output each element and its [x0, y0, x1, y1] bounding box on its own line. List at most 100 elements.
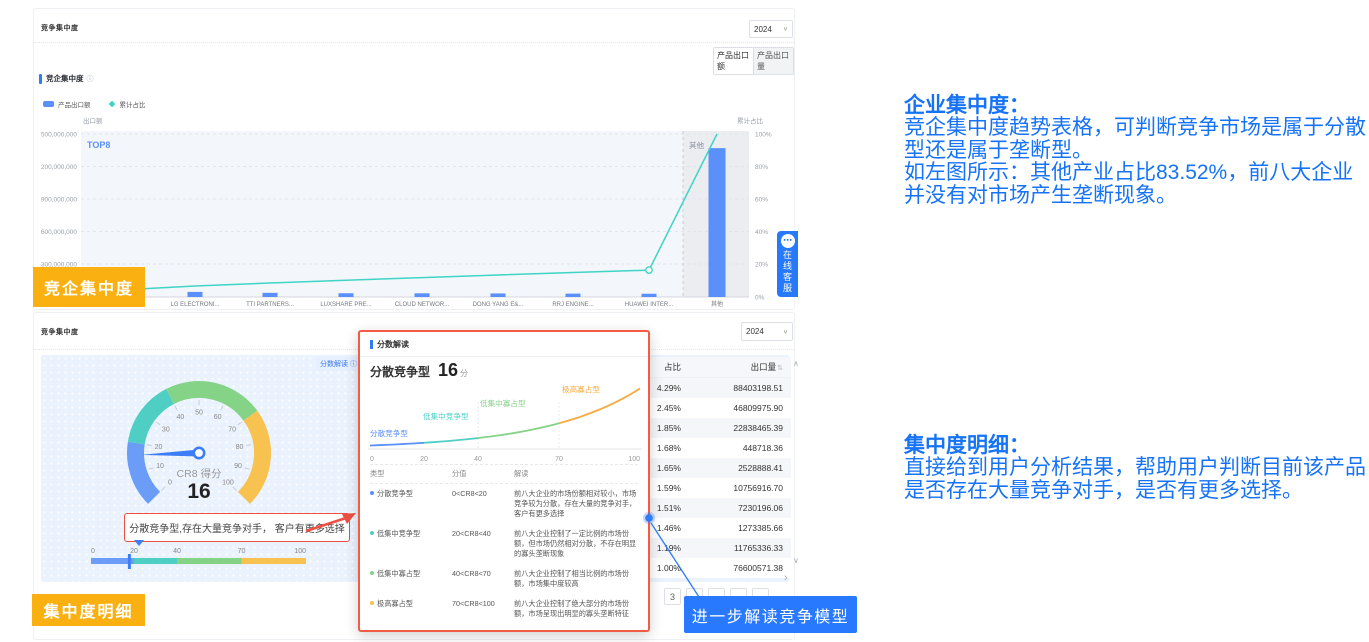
year-select-value: 2024 — [746, 327, 764, 336]
scroll-right-icon[interactable]: › — [784, 572, 788, 584]
svg-text:0: 0 — [168, 479, 172, 486]
scroll-down-icon[interactable]: ∨ — [793, 556, 799, 565]
svg-text:60: 60 — [214, 414, 222, 421]
svg-text:10: 10 — [156, 463, 164, 470]
svg-text:低集中寡占型: 低集中寡占型 — [480, 398, 526, 408]
svg-text:极高寡占型: 极高寡占型 — [562, 384, 600, 394]
svg-text:16: 16 — [187, 480, 210, 503]
svg-text:1,200,000,000: 1,200,000,000 — [41, 164, 77, 171]
toggle-export-volume[interactable]: 产品出口量 — [753, 48, 793, 74]
pagination-page-3[interactable]: 3 — [664, 588, 681, 605]
svg-text:40: 40 — [474, 456, 482, 463]
svg-text:100: 100 — [222, 479, 234, 486]
chart-legend: 产品出口额 累计占比 — [43, 99, 146, 109]
svg-text:0: 0 — [370, 456, 374, 463]
popup-result-unit: 分 — [460, 368, 468, 379]
year-select[interactable]: 2024 ∨ — [741, 322, 793, 341]
table-header: 类型 分值 解读 — [370, 464, 638, 484]
popup-accent-bar — [370, 340, 373, 349]
svg-text:80: 80 — [236, 444, 244, 451]
svg-text:CLOUD NETWOR...: CLOUD NETWOR... — [395, 302, 450, 308]
cr8-gauge-chart: 0 10 20 30 40 50 60 70 80 90 100CR8 得分16 — [111, 369, 291, 521]
svg-text:40: 40 — [176, 414, 184, 421]
popup-result-score: 16 — [438, 360, 458, 381]
svg-text:60%: 60% — [755, 197, 768, 204]
svg-text:50: 50 — [195, 410, 203, 417]
svg-text:40%: 40% — [755, 229, 768, 236]
card-competition-concentration-top: 竞争集中度 2024 ∨ 产品出口额 产品出口量 竞企集中度 ⓘ 产品出口额 累… — [33, 8, 795, 310]
info-icon[interactable]: ⓘ — [87, 74, 94, 84]
score-type-table: 类型 分值 解读 分散竞争型0<CR8<20前八大企业的市场份额相对较小，市场竞… — [370, 464, 638, 624]
note-enterprise-concentration: 企业集中度： 竞企集中度趋势表格，可判断竞争市场是属于分散型还是属于垄断型。 如… — [904, 94, 1369, 207]
score-type-row: 低集中竞争型20<CR8<40前八大企业控制了一定比例的市场份额，但市场仍然相对… — [370, 524, 638, 564]
score-curve-chart: 分散竞争型低集中竞争型低集中寡占型极高寡占型0204070100 — [364, 382, 644, 464]
verdict-pointer-icon — [134, 540, 144, 551]
col-export-volume[interactable]: 出口量⇅ — [681, 361, 791, 373]
verdict-box: 分散竞争型,存在大量竞争对手， 客户有更多选择 — [124, 513, 350, 542]
interpret-model-button[interactable]: 进一步解读竞争模型 — [684, 596, 857, 633]
chat-bubble-icon: ⋯ — [781, 234, 795, 248]
card-title: 竞争集中度 — [41, 23, 79, 33]
svg-text:70: 70 — [228, 426, 236, 433]
note-title: 集中度明细： — [904, 434, 1369, 457]
note-title: 企业集中度： — [904, 94, 1369, 117]
svg-text:0%: 0% — [755, 295, 765, 302]
year-select-value: 2024 — [754, 25, 772, 34]
svg-text:100: 100 — [628, 456, 640, 463]
score-type-row: 极高寡占型70<CR8<100前八大企业控制了绝大部分的市场份额，市场呈现出明显… — [370, 594, 638, 624]
svg-text:其他: 其他 — [711, 300, 723, 308]
annotation-sticker-bottom: 集中度明细 — [32, 594, 145, 626]
svg-text:1,500,000,000: 1,500,000,000 — [41, 132, 77, 139]
score-interpretation-popup: 分数解读 分散竞争型 16 分 分散竞争型低集中竞争型低集中寡占型极高寡占型02… — [358, 330, 650, 632]
verdict-text: 分散竞争型,存在大量竞争对手， 客户有更多选择 — [129, 520, 345, 535]
legend-line-swatch — [108, 101, 115, 108]
cr8-linear-gauge: 0204070100 — [83, 544, 315, 572]
svg-text:100: 100 — [294, 548, 306, 555]
svg-text:RRJ ENGINE...: RRJ ENGINE... — [552, 302, 594, 308]
year-select[interactable]: 2024 ∨ — [749, 20, 793, 38]
svg-text:CR8 得分: CR8 得分 — [177, 468, 222, 480]
customer-service-widget[interactable]: ⋯ 在线客服 — [777, 231, 798, 297]
info-icon: ⓘ — [350, 361, 357, 368]
popup-result-type: 分散竞争型 — [370, 363, 430, 380]
card-title: 竞争集中度 — [41, 327, 79, 337]
score-type-row: 分散竞争型0<CR8<20前八大企业的市场份额相对较小，市场竞争较为分散，存在大… — [370, 484, 638, 524]
metric-toggle: 产品出口额 产品出口量 — [713, 47, 794, 75]
legend-line-label[interactable]: 累计占比 — [120, 99, 146, 109]
scroll-up-icon[interactable]: ∧ — [793, 359, 799, 368]
divider — [34, 42, 794, 43]
svg-text:40: 40 — [173, 548, 181, 555]
divider — [360, 356, 648, 357]
svg-text:HUAWEI INTER...: HUAWEI INTER... — [625, 302, 674, 308]
score-type-row: 低集中寡占型40<CR8<70前八大企业控制了相当比例的市场份额，市场集中度较高 — [370, 564, 638, 594]
score-explain-link[interactable]: 分数解读 ⓘ — [316, 357, 361, 371]
legend-bar-label[interactable]: 产品出口额 — [58, 99, 91, 109]
svg-text:DONG YANG E&...: DONG YANG E&... — [473, 302, 524, 308]
note-concentration-detail: 集中度明细： 直接给到用户分析结果，帮助用户判断目前该产品是否存在大量竞争对手，… — [904, 434, 1369, 502]
svg-text:600,000,000: 600,000,000 — [41, 229, 77, 236]
customer-service-label: 在线客服 — [783, 250, 792, 294]
svg-text:其他: 其他 — [689, 140, 704, 150]
toggle-export-value[interactable]: 产品出口额 — [714, 48, 753, 74]
section-label-text: 竞企集中度 — [46, 73, 84, 84]
svg-text:分散竞争型: 分散竞争型 — [370, 428, 408, 438]
svg-text:100%: 100% — [755, 132, 772, 139]
svg-text:90: 90 — [234, 463, 242, 470]
chevron-down-icon: ∨ — [783, 26, 788, 32]
svg-text:30: 30 — [162, 426, 170, 433]
svg-text:TTI PARTNERS...: TTI PARTNERS... — [246, 302, 294, 308]
svg-text:LUXSHARE PRE...: LUXSHARE PRE... — [320, 302, 372, 308]
section-label: 竞企集中度 ⓘ — [39, 73, 94, 84]
svg-text:70: 70 — [238, 548, 246, 555]
popup-header: 分数解读 — [370, 339, 648, 350]
concentration-combo-chart: 1,500,000,000100%1,200,000,00080%900,000… — [41, 117, 789, 309]
svg-text:80%: 80% — [755, 164, 768, 171]
svg-text:70: 70 — [555, 456, 563, 463]
svg-text:出口额: 出口额 — [83, 117, 103, 125]
svg-text:20: 20 — [155, 444, 163, 451]
svg-text:TOP8: TOP8 — [87, 140, 110, 150]
annotation-sticker-top: 竞企集中度 — [33, 267, 145, 307]
svg-text:累计占比: 累计占比 — [737, 117, 764, 125]
popup-header-text: 分数解读 — [377, 339, 409, 350]
note-body: 竞企集中度趋势表格，可判断竞争市场是属于分散型还是属于垄断型。 如左图所示：其他… — [904, 117, 1369, 207]
